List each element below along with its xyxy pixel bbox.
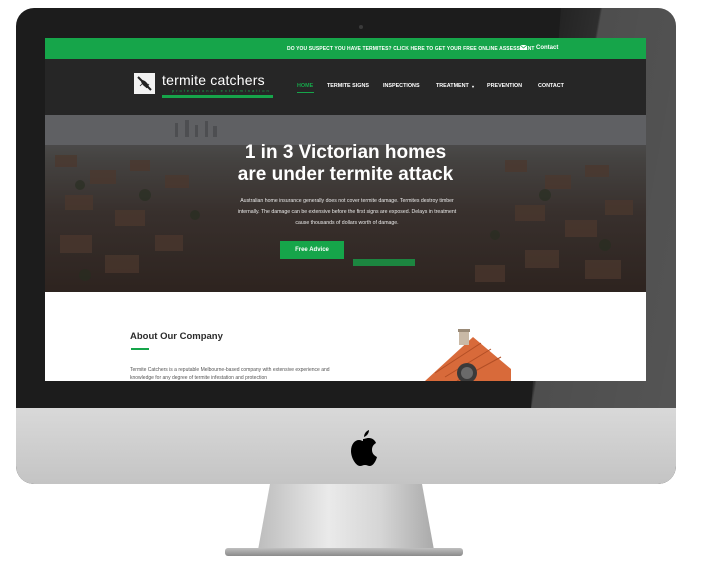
about-heading: About Our Company: [130, 331, 223, 342]
roof-inspection-image: [425, 329, 511, 381]
termite-logo-icon[interactable]: [134, 73, 155, 94]
promo-bar: DO YOU SUSPECT YOU HAVE TERMITES? CLICK …: [45, 38, 646, 59]
nav-contact[interactable]: CONTACT: [538, 83, 564, 89]
free-advice-button[interactable]: Free Advice: [280, 241, 344, 259]
logo-tagline: professional extermination: [172, 88, 271, 93]
hero-title-line1: 1 in 3 Victorian homes: [244, 142, 447, 163]
site-header: termite catchers professional exterminat…: [45, 59, 646, 115]
hero-title-line2: are under termite attack: [237, 164, 454, 185]
hero-banner: 1 in 3 Victorian homes are under termite…: [45, 115, 646, 292]
about-divider: [131, 348, 149, 350]
imac-stand-base: [225, 548, 463, 556]
hero-text: Australian home insurance generally does…: [237, 198, 457, 226]
promo-link[interactable]: DO YOU SUSPECT YOU HAVE TERMITES? CLICK …: [287, 46, 535, 52]
about-text: Termite Catchers is a reputable Melbourn…: [130, 367, 330, 381]
nav-treatment[interactable]: TREATMENT: [436, 83, 469, 89]
logo-name[interactable]: termite catchers: [162, 72, 265, 88]
secondary-button[interactable]: [353, 259, 415, 266]
nav-prevention[interactable]: PREVENTION: [487, 83, 522, 89]
apple-logo-icon: [351, 430, 377, 466]
nav-inspections[interactable]: INSPECTIONS: [383, 83, 420, 89]
nav-termite-signs[interactable]: TERMITE SIGNS: [327, 83, 369, 89]
logo-underline: [162, 95, 273, 98]
camera-icon: [359, 25, 363, 29]
imac-stand: [258, 484, 434, 550]
termite-icon: [137, 76, 152, 91]
website-screen: DO YOU SUSPECT YOU HAVE TERMITES? CLICK …: [45, 38, 646, 381]
topbar-contact-link[interactable]: Contact: [536, 45, 558, 51]
nav-home[interactable]: HOME: [297, 83, 313, 89]
nav-active-underline: [297, 92, 314, 93]
mail-icon: [520, 45, 527, 50]
chevron-down-icon[interactable]: ▾: [472, 84, 474, 89]
hero-title: 1 in 3 Victorian homes are under termite…: [45, 142, 646, 186]
